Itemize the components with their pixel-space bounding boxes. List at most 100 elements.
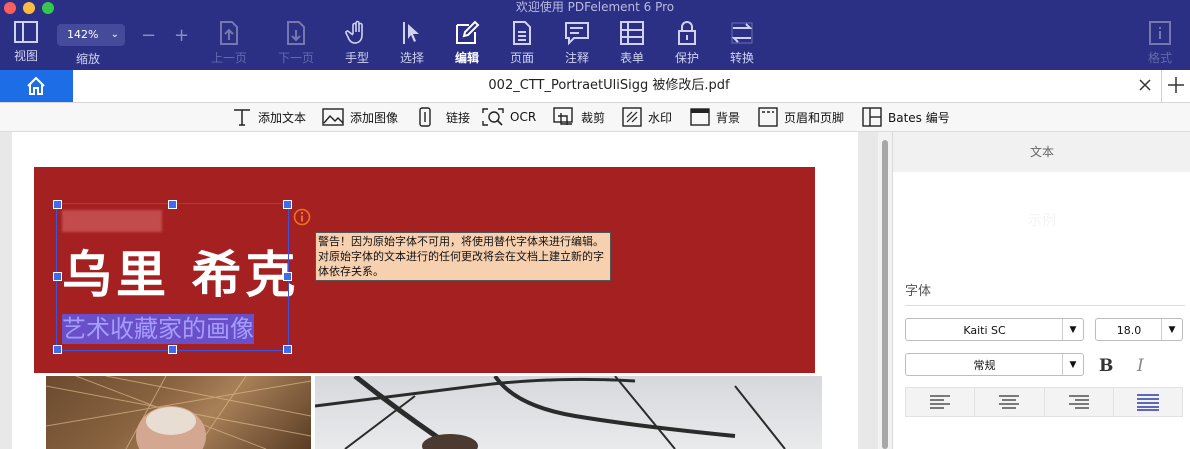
crop-icon — [553, 107, 573, 125]
dropdown-arrow-icon: ▼ — [1062, 354, 1083, 375]
edit-tool-button[interactable]: 编辑 — [441, 20, 493, 66]
alignment-group — [905, 387, 1183, 417]
zoom-select[interactable]: 142% ⌄ — [57, 24, 125, 46]
close-icon[interactable] — [1138, 78, 1152, 92]
header-footer-icon — [758, 107, 778, 127]
background-button[interactable]: 背景 — [690, 103, 740, 131]
new-tab-button[interactable] — [1161, 70, 1190, 102]
next-page-button[interactable]: 下一页 — [270, 20, 322, 66]
prev-page-label: 上一页 — [210, 51, 247, 65]
maximize-window-button[interactable] — [42, 2, 54, 14]
protect-label: 保护 — [674, 51, 699, 65]
comment-label: 注释 — [564, 51, 589, 65]
chevron-down-icon: ⌄ — [110, 29, 119, 40]
font-style-select[interactable]: 常规 ▼ — [905, 353, 1084, 376]
add-text-button[interactable]: 添加文本 — [232, 103, 306, 131]
vertical-scrollbar[interactable] — [878, 132, 892, 449]
view-button[interactable]: 视图 — [0, 20, 52, 64]
cursor-icon — [403, 22, 419, 44]
zoom-label: 缩放 — [76, 52, 101, 66]
align-left-icon — [930, 395, 951, 409]
page-label: 页面 — [509, 51, 534, 65]
align-center-icon — [999, 395, 1020, 409]
link-label: 链接 — [446, 110, 471, 125]
align-right-button[interactable] — [1045, 388, 1114, 416]
ocr-icon — [482, 108, 504, 126]
page-tool-button[interactable]: 页面 — [496, 20, 548, 66]
hand-icon — [345, 20, 363, 44]
header-footer-button[interactable]: 页眉和页脚 — [758, 103, 844, 131]
protect-tool-button[interactable]: 保护 — [661, 20, 713, 66]
background-icon — [690, 108, 710, 126]
bates-icon — [862, 107, 882, 127]
watermark-button[interactable]: 水印 — [622, 103, 672, 131]
italic-button[interactable]: I — [1137, 356, 1144, 376]
align-center-button[interactable] — [975, 388, 1045, 416]
main-toolbar: 欢迎使用 PDFelement 6 Pro 视图 142% ⌄ 缩放 − + 上… — [0, 0, 1190, 70]
view-label: 视图 — [13, 49, 38, 63]
next-page-label: 下一页 — [277, 51, 314, 65]
select-label: 选择 — [399, 51, 424, 65]
align-left-button[interactable] — [906, 388, 976, 416]
divider — [905, 305, 1185, 306]
add-image-button[interactable]: 添加图像 — [322, 103, 398, 131]
home-button[interactable] — [0, 70, 73, 102]
dropdown-arrow-icon: ▼ — [1062, 319, 1083, 340]
format-label: 格式 — [1147, 51, 1172, 65]
home-icon — [27, 76, 45, 95]
image-icon — [322, 108, 344, 126]
crop-button[interactable]: 裁剪 — [553, 103, 605, 131]
text-icon — [234, 109, 250, 126]
minimize-window-button[interactable] — [23, 2, 35, 14]
link-button[interactable]: 链接 — [418, 103, 470, 131]
lock-icon — [678, 21, 696, 45]
font-section-label: 字体 — [905, 284, 932, 299]
watermark-label: 水印 — [648, 110, 673, 125]
align-justify-button[interactable] — [1114, 388, 1182, 416]
background-label: 背景 — [716, 110, 741, 125]
edit-toolbar: 添加文本 添加图像 链接 OCR 裁剪 水印 背景 页眉和页脚 Bates 编号 — [0, 103, 1190, 132]
edit-icon — [456, 20, 480, 44]
convert-icon — [731, 22, 753, 44]
document-canvas[interactable] — [0, 132, 878, 449]
convert-label: 转换 — [729, 51, 754, 65]
select-tool-button[interactable]: 选择 — [386, 20, 438, 66]
document-tab-title[interactable]: 002_CTT_PortraetUliSigg 被修改后.pdf — [73, 70, 1145, 102]
font-family-value: Kaiti SC — [963, 324, 1006, 337]
add-image-label: 添加图像 — [350, 110, 399, 125]
ocr-button[interactable]: OCR — [482, 103, 536, 131]
scrollbar-thumb[interactable] — [882, 140, 888, 449]
pdf-page[interactable] — [12, 132, 858, 449]
prev-page-button[interactable]: 上一页 — [203, 20, 255, 66]
bates-label: Bates 编号 — [888, 110, 950, 125]
align-justify-icon — [1136, 394, 1159, 411]
page-icon — [513, 21, 531, 45]
close-window-button[interactable] — [4, 2, 16, 14]
info-icon — [1149, 21, 1171, 45]
convert-tool-button[interactable]: 转换 — [716, 20, 768, 66]
dropdown-arrow-icon: ▼ — [1161, 319, 1182, 340]
bold-button[interactable]: B — [1099, 356, 1113, 376]
zoom-out-button[interactable]: − — [141, 25, 156, 46]
comment-tool-button[interactable]: 注释 — [551, 20, 603, 66]
form-tool-button[interactable]: 表单 — [606, 20, 658, 66]
document-tab-bar: 002_CTT_PortraetUliSigg 被修改后.pdf — [0, 70, 1190, 103]
ocr-label: OCR — [510, 110, 537, 124]
hand-tool-button[interactable]: 手型 — [331, 20, 383, 66]
watermark-icon — [622, 107, 642, 127]
crop-label: 裁剪 — [581, 110, 606, 125]
font-size-select[interactable]: 18.0 ▼ — [1095, 318, 1183, 341]
form-label: 表单 — [619, 51, 644, 65]
hand-label: 手型 — [344, 51, 369, 65]
zoom-in-button[interactable]: + — [174, 25, 189, 46]
font-sample: 示例 — [1028, 213, 1056, 229]
format-button[interactable]: 格式 — [1134, 20, 1186, 66]
align-right-icon — [1068, 395, 1089, 409]
text-properties-panel: 文本 示例 字体 Kaiti SC ▼ 18.0 ▼ 常规 ▼ B I — [892, 132, 1190, 449]
add-text-label: 添加文本 — [258, 110, 307, 125]
bates-button[interactable]: Bates 编号 — [862, 103, 950, 131]
header-footer-label: 页眉和页脚 — [784, 110, 845, 125]
window-title: 欢迎使用 PDFelement 6 Pro — [515, 0, 675, 14]
font-family-select[interactable]: Kaiti SC ▼ — [905, 318, 1084, 341]
form-icon — [620, 21, 644, 45]
